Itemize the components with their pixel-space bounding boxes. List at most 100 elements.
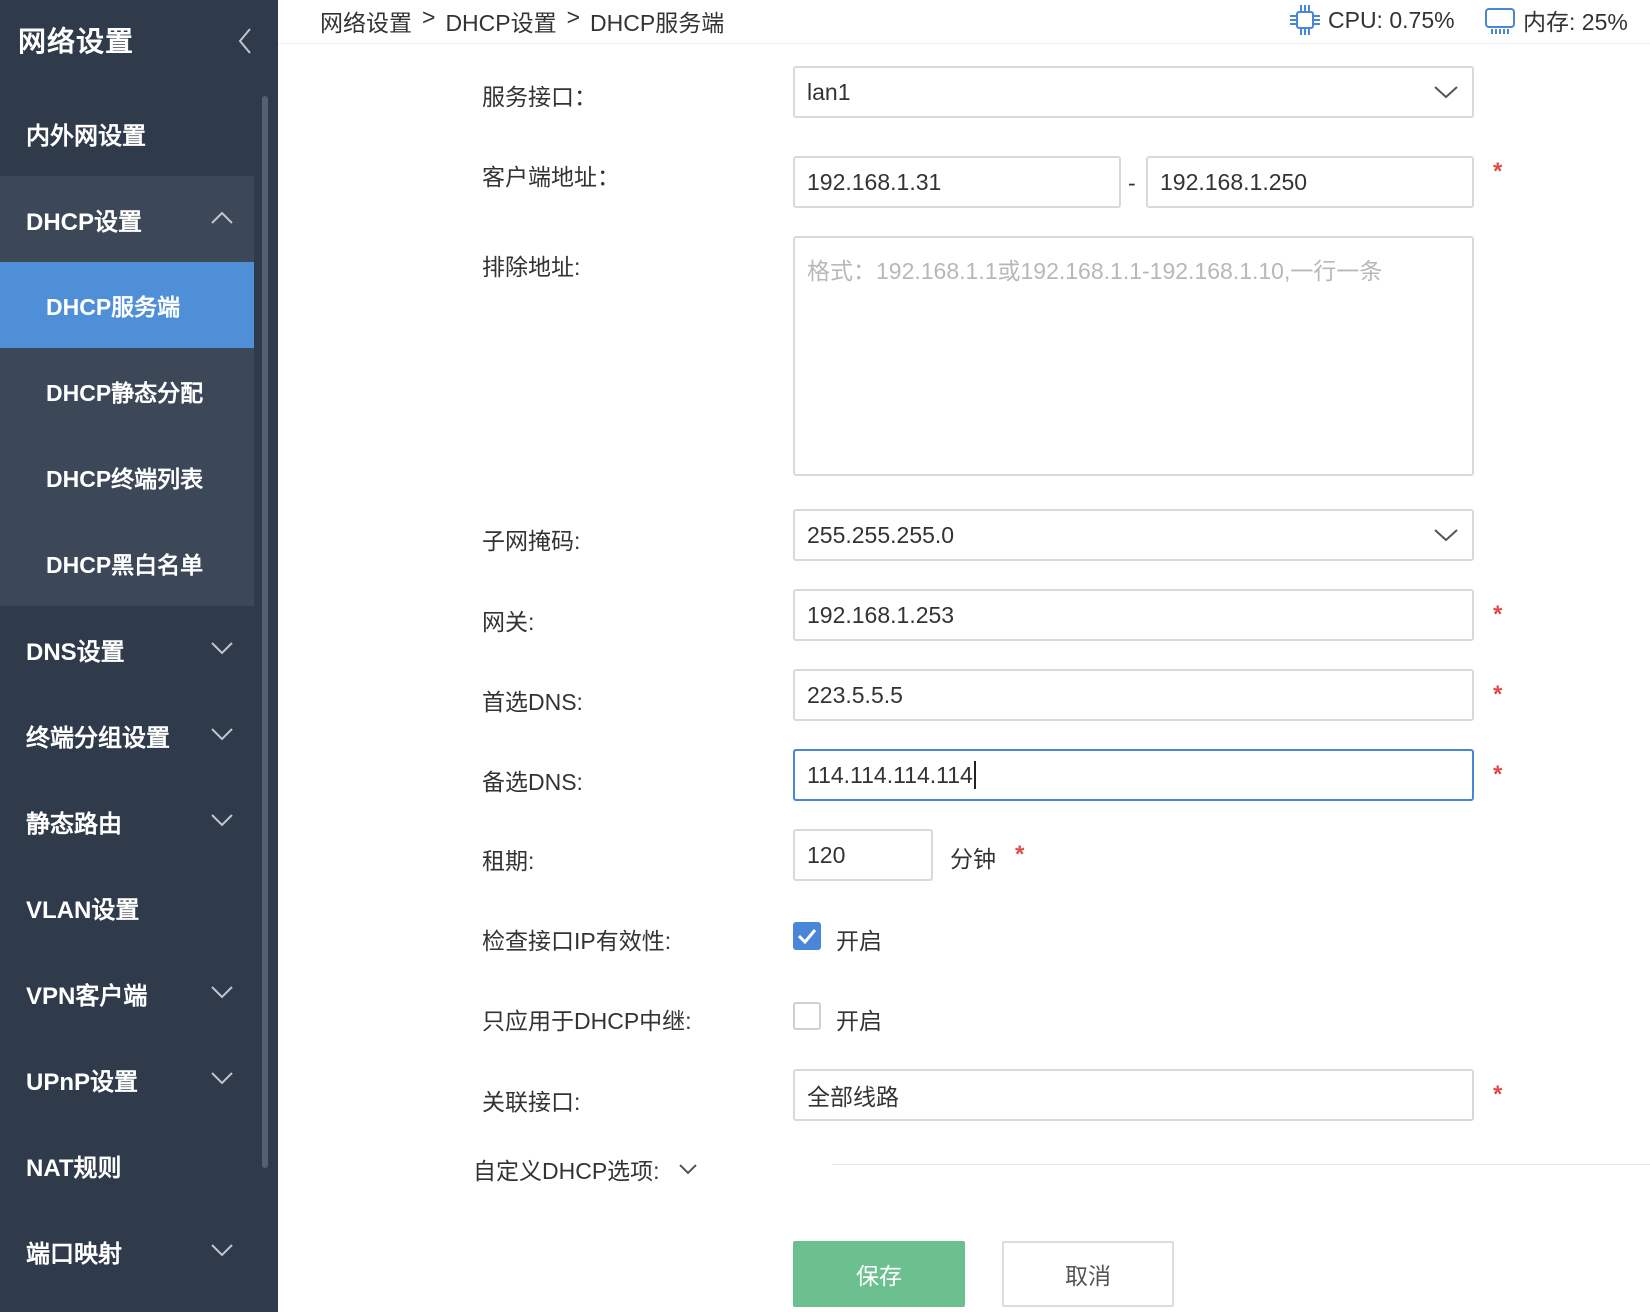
primary-dns-input[interactable]: 223.5.5.5 [793, 669, 1474, 721]
sidebar-item-dhcp[interactable]: DHCP设置 [0, 176, 254, 262]
primary-dns-label: 首选DNS: [482, 689, 583, 715]
required-mark: * [1493, 681, 1503, 708]
secondary-dns-input[interactable]: 114.114.114.114 [793, 749, 1474, 801]
sidebar-item-label: UPnP设置 [26, 1068, 139, 1096]
check-ip-label: 检查接口IP有效性: [482, 928, 672, 954]
relay-only-option: 开启 [836, 1008, 882, 1034]
divider [832, 1164, 1650, 1165]
relay-only-checkbox[interactable] [793, 1002, 821, 1030]
service-interface-value: lan1 [807, 78, 851, 105]
save-button[interactable]: 保存 [793, 1241, 965, 1307]
exclude-address-textarea[interactable]: 格式：192.168.1.1或192.168.1.1-192.168.1.10,… [793, 236, 1474, 476]
sidebar-item-lan-wan[interactable]: 内外网设置 [0, 90, 254, 176]
cancel-button[interactable]: 取消 [1002, 1241, 1174, 1307]
sidebar-item-label: 端口映射 [26, 1240, 122, 1268]
cpu-status: CPU: 0.75% [1288, 3, 1455, 37]
required-mark: * [1493, 601, 1503, 628]
client-address-label: 客户端地址： [482, 164, 620, 190]
memory-icon [1485, 8, 1515, 34]
memory-status: 内存: 25% [1483, 3, 1628, 37]
chevron-down-icon [678, 1164, 697, 1175]
custom-dhcp-options-toggle[interactable]: 自定义DHCP选项: [473, 1152, 698, 1186]
sidebar-subitem-dhcp-server[interactable]: DHCP服务端 [0, 262, 254, 348]
lease-unit: 分钟 [950, 846, 996, 872]
service-interface-label: 服务接口： [482, 84, 597, 110]
range-dash: - [1128, 170, 1136, 196]
sidebar-subitem-dhcp-blackwhite[interactable]: DHCP黑白名单 [0, 520, 254, 606]
sidebar-subitem-label: DHCP终端列表 [46, 466, 204, 492]
breadcrumb-item[interactable]: DHCP设置 [445, 4, 556, 38]
primary-dns-value: 223.5.5.5 [807, 681, 903, 708]
breadcrumb-separator: > [566, 4, 581, 30]
sidebar-item-vlan[interactable]: VLAN设置 [0, 864, 254, 950]
client-address-start-value: 192.168.1.31 [807, 168, 942, 195]
chevron-down-icon [1434, 529, 1458, 542]
cpu-value: CPU: 0.75% [1328, 6, 1455, 33]
chevron-left-icon[interactable] [236, 26, 254, 56]
required-mark: * [1493, 761, 1503, 788]
sidebar-item-label: 内外网设置 [26, 122, 146, 150]
sidebar-subitem-dhcp-static[interactable]: DHCP静态分配 [0, 348, 254, 434]
sidebar-item-terminal-group[interactable]: 终端分组设置 [0, 692, 254, 778]
relay-only-label: 只应用于DHCP中继: [482, 1008, 692, 1034]
sidebar-item-nat[interactable]: NAT规则 [0, 1122, 254, 1208]
breadcrumb-item[interactable]: 网络设置 [320, 4, 412, 38]
secondary-dns-label: 备选DNS: [482, 769, 583, 795]
breadcrumb-current: DHCP服务端 [590, 10, 725, 36]
linked-interface-value: 全部线路 [807, 1084, 899, 1110]
check-ip-option: 开启 [836, 928, 882, 954]
gateway-input[interactable]: 192.168.1.253 [793, 589, 1474, 641]
sidebar-item-label: DNS设置 [26, 638, 125, 666]
sidebar-item-label: NAT规则 [26, 1154, 122, 1182]
checkmark-icon [797, 929, 817, 945]
cpu-icon [1290, 5, 1320, 35]
exclude-address-label: 排除地址: [482, 254, 581, 280]
required-mark: * [1493, 1081, 1503, 1108]
sidebar-header: 网络设置 [0, 0, 278, 84]
chevron-up-icon [211, 211, 233, 224]
subnet-mask-select[interactable]: 255.255.255.0 [793, 509, 1474, 561]
client-address-end-input[interactable]: 192.168.1.250 [1146, 156, 1474, 208]
sidebar-item-vpn-client[interactable]: VPN客户端 [0, 950, 254, 1036]
top-bar: 网络设置 > DHCP设置 > DHCP服务端 CPU: 0.75% 内存: 2… [278, 0, 1650, 44]
subnet-mask-label: 子网掩码: [482, 528, 581, 554]
chevron-down-icon [211, 1072, 233, 1085]
exclude-address-placeholder: 格式：192.168.1.1或192.168.1.1-192.168.1.10,… [807, 258, 1383, 284]
sidebar-item-port-mapping[interactable]: 端口映射 [0, 1208, 254, 1294]
gateway-value: 192.168.1.253 [807, 601, 955, 628]
sidebar-item-dns[interactable]: DNS设置 [0, 606, 254, 692]
sidebar-item-label: VPN客户端 [26, 982, 148, 1010]
sidebar-item-static-route[interactable]: 静态路由 [0, 778, 254, 864]
sidebar-scrollbar[interactable] [262, 96, 268, 1168]
sidebar-subitem-dhcp-clients[interactable]: DHCP终端列表 [0, 434, 254, 520]
text-cursor [973, 761, 976, 789]
sidebar-title: 网络设置 [18, 26, 135, 57]
sidebar-subitem-label: DHCP黑白名单 [46, 552, 204, 578]
client-address-start-input[interactable]: 192.168.1.31 [793, 156, 1121, 208]
gateway-label: 网关: [482, 609, 535, 635]
sidebar-item-label: 终端分组设置 [26, 724, 170, 752]
service-interface-select[interactable]: lan1 [793, 66, 1474, 118]
chevron-down-icon [211, 642, 233, 655]
client-address-end-value: 192.168.1.250 [1160, 168, 1308, 195]
linked-interface-label: 关联接口: [482, 1089, 581, 1115]
chevron-down-icon [211, 1244, 233, 1257]
breadcrumb: 网络设置 > DHCP设置 > DHCP服务端 [320, 4, 724, 38]
secondary-dns-value: 114.114.114.114 [807, 761, 973, 788]
linked-interface-select[interactable]: 全部线路 [793, 1069, 1474, 1121]
lease-value: 120 [807, 841, 846, 868]
sidebar-item-upnp[interactable]: UPnP设置 [0, 1036, 254, 1122]
subnet-mask-value: 255.255.255.0 [807, 521, 955, 548]
sidebar-item-label: VLAN设置 [26, 896, 140, 924]
check-ip-checkbox[interactable] [793, 922, 821, 950]
breadcrumb-separator: > [422, 4, 436, 30]
required-mark: * [1493, 158, 1503, 185]
required-mark: * [1015, 841, 1025, 868]
lease-input[interactable]: 120 [793, 829, 933, 881]
lease-label: 租期: [482, 848, 535, 874]
chevron-down-icon [211, 728, 233, 741]
sidebar-item-label: 静态路由 [26, 810, 122, 838]
sidebar-subitem-label: DHCP静态分配 [46, 380, 204, 406]
chevron-down-icon [1434, 86, 1458, 99]
sidebar-subitem-label: DHCP服务端 [46, 294, 181, 320]
